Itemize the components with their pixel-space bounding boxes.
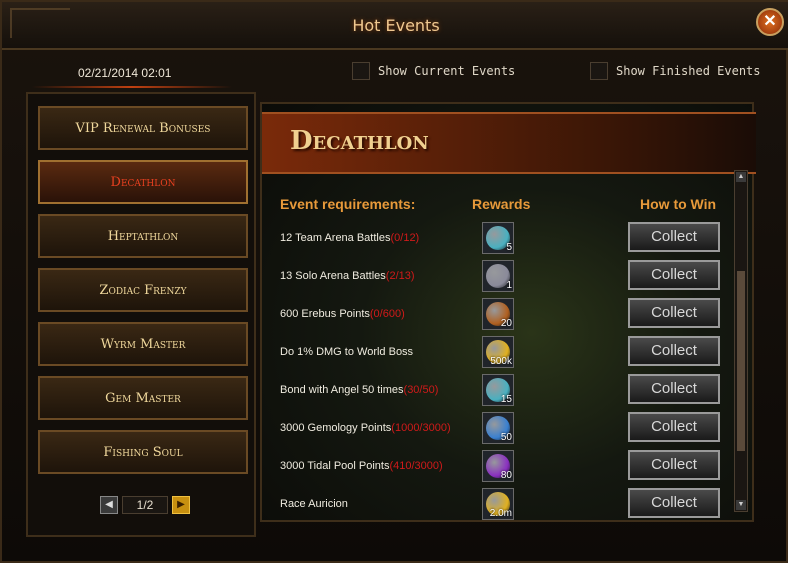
event-list-panel: VIP Renewal Bonuses Decathlon Heptathlon…	[26, 92, 256, 537]
collect-button[interactable]: Collect	[628, 450, 720, 480]
event-fishing-soul[interactable]: Fishing Soul	[38, 430, 248, 474]
reward-quantity: 500k	[490, 356, 512, 367]
window-title: Hot Events	[352, 16, 440, 35]
event-vip-renewal-bonuses[interactable]: VIP Renewal Bonuses	[38, 106, 248, 150]
requirement-text: 12 Team Arena Battles(0/12)	[280, 220, 470, 256]
reward-slot[interactable]: 80	[482, 450, 514, 482]
next-page-button[interactable]: ▶	[172, 496, 190, 514]
reward-quantity: 2.0m	[489, 508, 512, 519]
collect-button[interactable]: Collect	[628, 488, 720, 518]
requirement-text: Bond with Angel 50 times(30/50)	[280, 372, 470, 408]
show-current-checkbox[interactable]	[352, 62, 370, 80]
requirement-progress: (0/600)	[369, 308, 405, 320]
event-zodiac-frenzy[interactable]: Zodiac Frenzy	[38, 268, 248, 312]
datetime-underline	[32, 86, 232, 88]
event-requirement-row: Do 1% DMG to World Boss 500k Collect	[280, 334, 720, 370]
event-gem-master[interactable]: Gem Master	[38, 376, 248, 420]
close-button[interactable]: ✕	[756, 8, 784, 36]
event-requirement-row: 3000 Tidal Pool Points(410/3000) 80 Collec…	[280, 448, 720, 484]
event-requirement-row: 3000 Gemology Points(1000/3000) 50 Collect	[280, 410, 720, 446]
event-banner: Decathlon	[262, 112, 756, 174]
reward-slot[interactable]: 20	[482, 298, 514, 330]
requirement-label: 13 Solo Arena Battles	[280, 270, 386, 282]
event-decathlon[interactable]: Decathlon	[38, 160, 248, 204]
reward-quantity: 1	[506, 280, 512, 291]
requirements-header: Event requirements:	[280, 196, 416, 212]
collect-button[interactable]: Collect	[628, 298, 720, 328]
requirement-text: 3000 Gemology Points(1000/3000)	[280, 410, 470, 446]
collect-button[interactable]: Collect	[628, 260, 720, 290]
reward-quantity: 15	[500, 394, 512, 405]
collect-button[interactable]: Collect	[628, 374, 720, 404]
show-current-label: Show Current Events	[378, 64, 516, 78]
show-finished-checkbox[interactable]	[590, 62, 608, 80]
event-requirement-row: Bond with Angel 50 times(30/50) 15 Collect	[280, 372, 720, 408]
event-requirement-row: Race Auricion 2.0m Collect	[280, 486, 720, 522]
requirement-label: Race Auricion	[280, 498, 348, 510]
requirement-label: 600 Erebus Points	[280, 308, 370, 320]
prev-page-button[interactable]: ◀	[100, 496, 118, 514]
scroll-thumb[interactable]	[737, 271, 745, 451]
requirement-progress: (0/12)	[390, 232, 420, 244]
requirement-progress: (30/50)	[403, 384, 439, 396]
scroll-up-button[interactable]: ▲	[736, 172, 746, 182]
requirement-label: 3000 Tidal Pool Points	[280, 460, 390, 472]
requirement-text: Do 1% DMG to World Boss	[280, 334, 470, 370]
event-requirement-row: 13 Solo Arena Battles(2/13) 1 Collect	[280, 258, 720, 294]
requirement-label: 3000 Gemology Points	[280, 422, 392, 434]
show-finished-toggle[interactable]: Show Finished Events	[590, 62, 761, 80]
event-requirement-row: 12 Team Arena Battles(0/12) 5 Collect	[280, 220, 720, 256]
title-bar: Hot Events ✕	[2, 2, 788, 50]
detail-scrollbar[interactable]: ▲ ▼	[734, 170, 748, 512]
event-banner-title: Decathlon	[290, 126, 429, 156]
requirement-progress: (1000/3000)	[391, 422, 451, 434]
requirement-text: 3000 Tidal Pool Points(410/3000)	[280, 448, 470, 484]
reward-slot[interactable]: 2.0m	[482, 488, 514, 520]
reward-quantity: 50	[500, 432, 512, 443]
current-datetime: 02/21/2014 02:01	[78, 66, 172, 80]
requirement-label: Bond with Angel 50 times	[280, 384, 404, 396]
reward-slot[interactable]: 5	[482, 222, 514, 254]
event-requirement-row: 600 Erebus Points(0/600) 20 Collect	[280, 296, 720, 332]
requirement-text: 600 Erebus Points(0/600)	[280, 296, 470, 332]
reward-quantity: 5	[506, 242, 512, 253]
reward-slot[interactable]: 15	[482, 374, 514, 406]
requirement-text: 13 Solo Arena Battles(2/13)	[280, 258, 470, 294]
reward-quantity: 80	[500, 470, 512, 481]
requirement-label: 12 Team Arena Battles	[280, 232, 391, 244]
requirement-progress: (410/3000)	[389, 460, 443, 472]
page-indicator: 1/2	[122, 496, 168, 514]
event-detail-panel: Decathlon Event requirements: Rewards Ho…	[260, 102, 756, 522]
collect-button[interactable]: Collect	[628, 412, 720, 442]
event-wyrm-master[interactable]: Wyrm Master	[38, 322, 248, 366]
reward-quantity: 20	[500, 318, 512, 329]
event-heptathlon[interactable]: Heptathlon	[38, 214, 248, 258]
pager: ◀ 1/2 ▶	[100, 496, 190, 514]
hot-events-window: Hot Events ✕ 02/21/2014 02:01 Show Curre…	[0, 0, 788, 563]
show-current-toggle[interactable]: Show Current Events	[352, 62, 515, 80]
how-to-win-header: How to Win	[640, 196, 717, 212]
requirement-label: Do 1% DMG to World Boss	[280, 346, 414, 358]
reward-slot[interactable]: 1	[482, 260, 514, 292]
show-finished-label: Show Finished Events	[616, 64, 761, 78]
requirement-progress: (2/13)	[385, 270, 415, 282]
collect-button[interactable]: Collect	[628, 336, 720, 366]
rewards-header: Rewards	[472, 196, 531, 212]
collect-button[interactable]: Collect	[628, 222, 720, 252]
reward-slot[interactable]: 50	[482, 412, 514, 444]
requirement-text: Race Auricion	[280, 486, 470, 522]
reward-slot[interactable]: 500k	[482, 336, 514, 368]
scroll-down-button[interactable]: ▼	[736, 500, 746, 510]
